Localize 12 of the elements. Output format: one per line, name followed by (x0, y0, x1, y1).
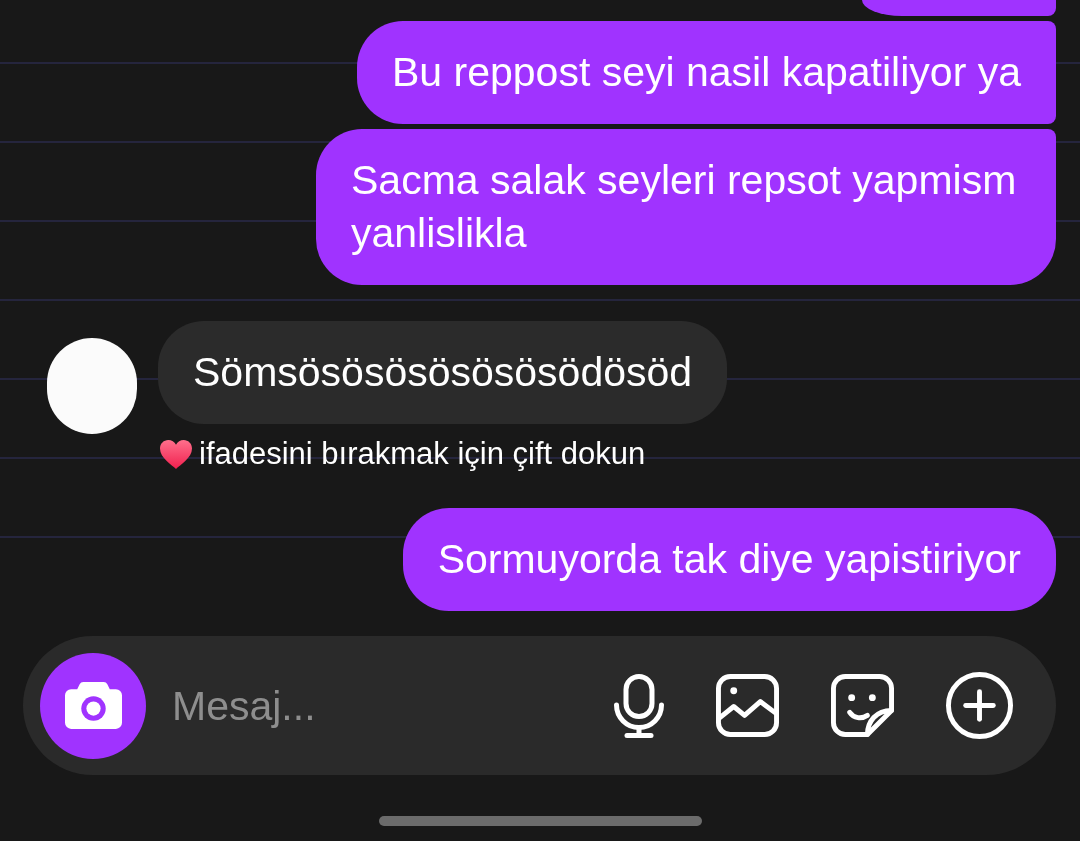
message-bubble: Sacma salak seyleri repsot yapmism yanlislikla (316, 129, 1056, 285)
microphone-icon[interactable] (614, 673, 664, 738)
message-bubble: Sormuyorda tak diye yapistiriyor (402, 508, 1056, 611)
sticker-icon[interactable] (831, 674, 894, 737)
camera-icon (64, 682, 122, 729)
message-input[interactable]: Mesaj... (172, 680, 614, 731)
heart-icon (160, 439, 192, 469)
reaction-hint: ifadesini bırakmak için çift dokun (199, 436, 646, 472)
message-bubble: Bu reppost seyi nasil kapatiliyor ya (357, 21, 1056, 124)
image-icon[interactable] (716, 674, 779, 737)
message-bubble: Sömsösösösösösösödösöd (158, 321, 728, 424)
add-icon[interactable] (946, 672, 1013, 739)
